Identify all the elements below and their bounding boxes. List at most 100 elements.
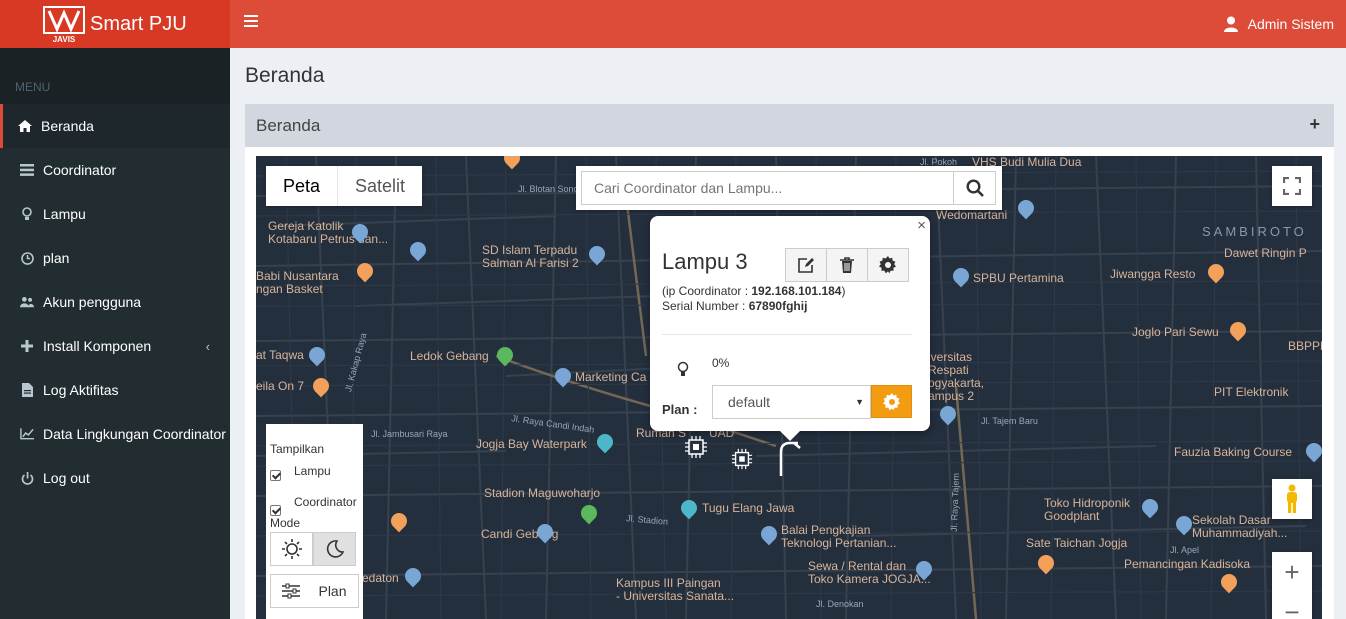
- map-label-leila[interactable]: eila On 7: [256, 380, 304, 393]
- settings-button[interactable]: [867, 248, 909, 282]
- serial-label: Serial Number :: [662, 299, 749, 313]
- sidebar-item-log-aktifitas[interactable]: Log Aktifitas: [0, 368, 230, 412]
- map-label-toko[interactable]: Toko Hidroponik Goodplant: [1044, 497, 1130, 523]
- ip-value: 192.168.101.184: [751, 284, 842, 298]
- map-label-balai[interactable]: Balai Pengkajian Teknologi Pertanian...: [781, 524, 896, 550]
- sidebar-item-label: Log out: [43, 470, 90, 486]
- file-icon: [20, 383, 34, 397]
- coordinator-marker-icon[interactable]: [731, 448, 753, 475]
- sidebar-item-label: Install Komponen: [43, 338, 152, 354]
- map-label-sambiroto: SAMBIROTO: [1202, 224, 1307, 239]
- search-button[interactable]: [953, 171, 996, 205]
- box-header: Beranda +: [245, 105, 1334, 147]
- search-icon: [965, 179, 984, 197]
- gear-icon: [879, 256, 896, 274]
- map-label-edaton[interactable]: edaton: [362, 572, 399, 585]
- map-label-jogja-bay[interactable]: Jogja Bay Waterpark: [476, 438, 587, 451]
- map-label-fauzia[interactable]: Fauzia Baking Course: [1174, 446, 1292, 459]
- map-label-gereja[interactable]: Gereja Katolik Kotabaru Petrus dan...: [268, 220, 388, 246]
- user-name: Admin Sistem: [1247, 16, 1334, 32]
- lightbulb-icon: [677, 361, 689, 382]
- map-label-jiwangga[interactable]: Jiwangga Resto: [1110, 268, 1195, 281]
- sidebar-item-coordinator[interactable]: Coordinator: [0, 148, 230, 192]
- mode-toggle: [270, 532, 359, 566]
- sidebar-item-lampu[interactable]: Lampu: [0, 192, 230, 236]
- close-icon[interactable]: ×: [917, 217, 926, 234]
- brand-name: Smart PJU: [90, 12, 187, 35]
- map-label-kampus[interactable]: Kampus III Paingan - Universitas Sanata.…: [616, 577, 734, 603]
- map-label-pemancingan[interactable]: Pemancingan Kadisoka: [1124, 558, 1250, 571]
- lamp-meta: (ip Coordinator : 192.168.101.184) Seria…: [662, 284, 845, 314]
- logo-bar[interactable]: JAVIS Smart PJU: [0, 0, 230, 48]
- plan-button[interactable]: Plan: [270, 574, 359, 608]
- map-label-universitas[interactable]: iversitas Respati ogyakarta, ampus 2: [928, 351, 984, 403]
- user-menu[interactable]: Admin Sistem: [1223, 0, 1334, 48]
- plan-select[interactable]: default ▼: [712, 385, 871, 419]
- delete-button[interactable]: [826, 248, 868, 282]
- mode-label: Mode: [270, 516, 301, 530]
- box-expand-button[interactable]: +: [1309, 114, 1320, 135]
- coordinator-marker-icon[interactable]: [684, 435, 708, 464]
- dark-mode-button[interactable]: [313, 532, 356, 566]
- coordinator-checkbox[interactable]: [270, 505, 281, 516]
- box-title: Beranda: [256, 116, 321, 135]
- coordinator-toggle[interactable]: Coordinator: [270, 495, 359, 516]
- plus-icon: [20, 339, 34, 353]
- sidebar-toggle-icon[interactable]: [244, 15, 258, 27]
- sun-icon: [281, 539, 302, 559]
- map-label-spbu[interactable]: SPBU Pertamina: [973, 272, 1064, 285]
- sliders-icon: [282, 583, 301, 599]
- sidebar-item-akun-pengguna[interactable]: Akun pengguna: [0, 280, 230, 324]
- fullscreen-button[interactable]: [1272, 166, 1312, 206]
- map-label-sewa[interactable]: Sewa / Rental dan Toko Kamera JOGJA...: [808, 560, 931, 586]
- line-chart-icon: [20, 427, 34, 441]
- lampu-checkbox[interactable]: [270, 470, 281, 481]
- map-label-sate[interactable]: Sate Taichan Jogja: [1026, 537, 1127, 550]
- lamp-title: Lampu 3: [662, 249, 748, 274]
- sidebar-item-install-komponen[interactable]: Install Komponen ‹: [0, 324, 230, 368]
- lamp-info-window: × Lampu 3 (ip Coordinator : 192.168.101.…: [650, 216, 930, 441]
- map-label-wedomartani[interactable]: Wedomartani: [936, 209, 1007, 222]
- road-label-tajem: Jl. Raya Tajem: [948, 472, 961, 533]
- lampu-checkbox-label: Lampu: [294, 464, 331, 478]
- street-view-button[interactable]: [1272, 479, 1312, 519]
- map-label-bbppk[interactable]: BBPPK: [1288, 340, 1322, 353]
- light-mode-button[interactable]: [270, 532, 313, 566]
- chevron-left-icon: ‹: [205, 339, 210, 354]
- sidebar-item-label: plan: [43, 250, 70, 266]
- trash-icon: [840, 257, 854, 273]
- sidebar-item-beranda[interactable]: Beranda: [0, 104, 230, 148]
- map-label-marketing[interactable]: Marketing Ca: [575, 371, 646, 384]
- map-search: [576, 166, 1002, 210]
- serial-value: 67890fghij: [748, 299, 808, 313]
- zoom-out-button[interactable]: −: [1272, 592, 1312, 619]
- map-label-dawet[interactable]: Dawet Ringin P: [1224, 247, 1307, 260]
- map-label-stadion[interactable]: Stadion Maguwoharjo: [484, 487, 600, 500]
- menu-header: MENU: [0, 48, 230, 104]
- plan-button-label: Plan: [318, 583, 347, 599]
- map-label-ledok[interactable]: Ledok Gebang: [410, 350, 489, 363]
- map-label-taqwa[interactable]: at Taqwa: [256, 349, 304, 362]
- apply-plan-button[interactable]: [871, 385, 912, 418]
- sidebar-item-plan[interactable]: plan: [0, 236, 230, 280]
- sidebar-item-label: Data Lingkungan Coordinator: [43, 426, 226, 442]
- search-input[interactable]: [581, 171, 954, 205]
- map-label-pit[interactable]: PIT Elektronik: [1214, 386, 1288, 399]
- map-label-babi[interactable]: Babi Nusantara ngan Basket: [256, 270, 339, 296]
- sidebar-item-label: Coordinator: [43, 162, 117, 178]
- javis-logo: JAVIS: [43, 5, 85, 44]
- map-label-tugu[interactable]: Tugu Elang Jawa: [702, 502, 794, 515]
- zoom-in-button[interactable]: +: [1272, 552, 1312, 592]
- tab-satelit[interactable]: Satelit: [338, 166, 422, 206]
- plan-label: Plan :: [662, 402, 698, 417]
- map-label-sd[interactable]: SD Islam Terpadu Salman Al Farisi 2: [482, 244, 579, 270]
- streetlight-marker-icon[interactable]: [776, 440, 802, 481]
- map-label-joglo[interactable]: Joglo Pari Sewu: [1132, 326, 1219, 339]
- edit-button[interactable]: [785, 248, 827, 282]
- sidebar-item-log-out[interactable]: Log out: [0, 456, 230, 500]
- sidebar-item-data-lingkungan[interactable]: Data Lingkungan Coordinator: [0, 412, 230, 456]
- sidebar-item-label: Akun pengguna: [43, 294, 142, 310]
- road-label-apel: Jl. Apel: [1170, 545, 1200, 555]
- lampu-toggle[interactable]: Lampu: [270, 464, 359, 481]
- tab-peta[interactable]: Peta: [266, 166, 339, 206]
